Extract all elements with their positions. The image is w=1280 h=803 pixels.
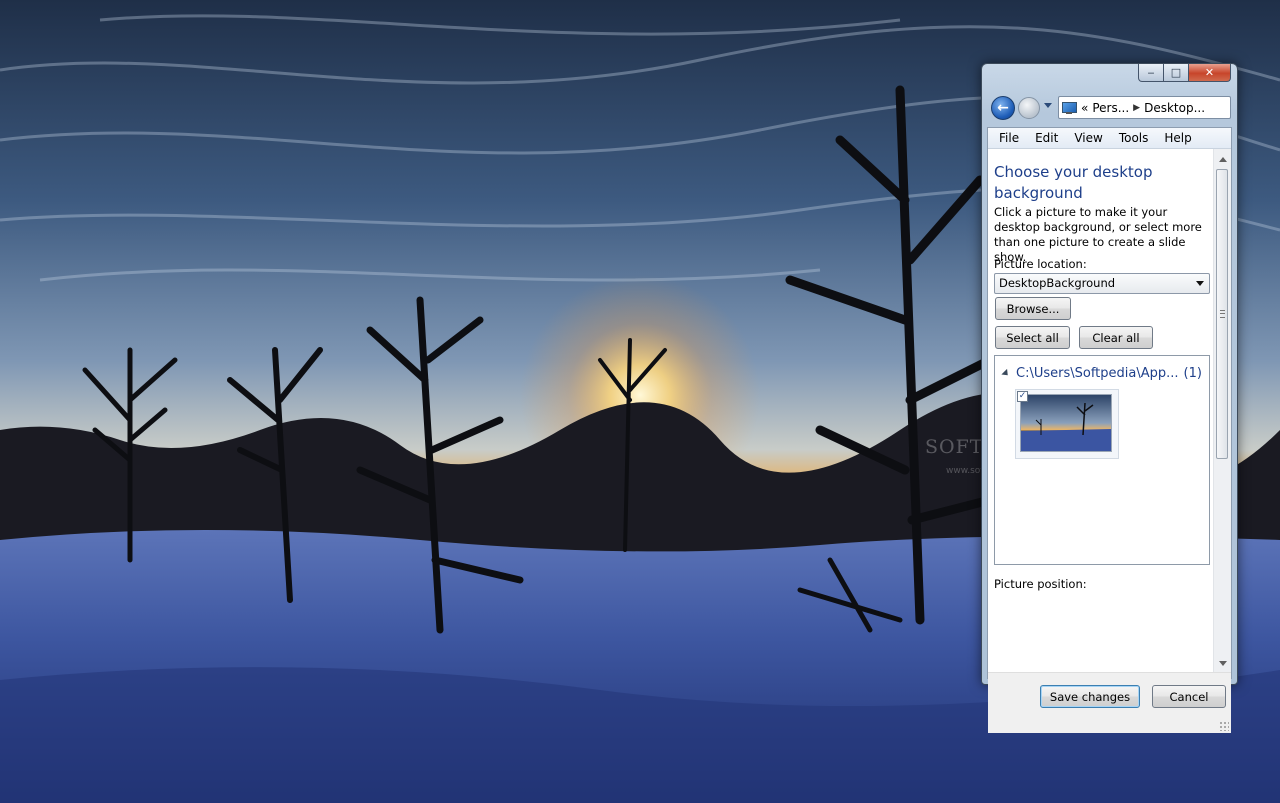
menu-view[interactable]: View <box>1066 131 1110 145</box>
picture-gallery[interactable]: C:\Users\Softpedia\App... (1) ✓ <box>994 355 1210 565</box>
breadcrumb-item-personalization[interactable]: Pers... <box>1092 101 1129 115</box>
group-path: C:\Users\Softpedia\App... <box>1016 366 1179 381</box>
window-content: File Edit View Tools Help Choose your de… <box>987 127 1232 733</box>
page-title: Choose your desktop background <box>994 163 1153 202</box>
select-all-button[interactable]: Select all <box>995 326 1070 349</box>
picture-thumbnail[interactable]: ✓ <box>1015 389 1119 459</box>
collapse-triangle-icon[interactable] <box>1001 368 1011 379</box>
scrollbar-thumb[interactable] <box>1216 169 1228 459</box>
menu-tools[interactable]: Tools <box>1111 131 1157 145</box>
address-bar[interactable]: « Pers... ▶ Desktop... <box>1058 96 1231 119</box>
menu-edit[interactable]: Edit <box>1027 131 1066 145</box>
breadcrumb-chevron-icon[interactable]: ▶ <box>1133 103 1140 113</box>
picture-location-label: Picture location: <box>994 257 1087 271</box>
picture-group-header[interactable]: C:\Users\Softpedia\App... (1) <box>1001 366 1207 381</box>
page-description: Click a picture to make it your desktop … <box>994 205 1202 264</box>
resize-grip-icon[interactable] <box>1219 721 1229 731</box>
picture-position-label: Picture position: <box>994 577 1087 591</box>
scroll-up-arrow-icon[interactable] <box>1219 157 1227 162</box>
clear-all-button[interactable]: Clear all <box>1079 326 1153 349</box>
picture-location-select[interactable]: DesktopBackground <box>994 273 1210 294</box>
forward-button[interactable] <box>1018 97 1040 119</box>
minimize-button[interactable]: ‒ <box>1138 64 1164 82</box>
cancel-button[interactable]: Cancel <box>1152 685 1226 708</box>
caption-buttons: ‒ □ ✕ <box>1138 64 1231 82</box>
scroll-down-arrow-icon[interactable] <box>1219 661 1227 666</box>
menu-bar: File Edit View Tools Help <box>988 128 1231 149</box>
menu-help[interactable]: Help <box>1156 131 1199 145</box>
group-count: (1) <box>1183 366 1202 381</box>
arrow-left-icon: ← <box>997 100 1009 116</box>
breadcrumb-item-desktop-background[interactable]: Desktop... <box>1144 101 1205 115</box>
recent-pages-dropdown-icon[interactable] <box>1044 103 1052 108</box>
thumbnail-picture <box>1021 395 1111 451</box>
back-button[interactable]: ← <box>991 96 1015 120</box>
control-panel-icon <box>1062 101 1077 114</box>
menu-file[interactable]: File <box>991 131 1027 145</box>
dialog-footer: Save changes Cancel <box>988 672 1231 733</box>
picture-location-value: DesktopBackground <box>999 276 1116 290</box>
thumbnail-image <box>1020 394 1112 452</box>
chevron-down-icon <box>1196 281 1204 286</box>
browse-button[interactable]: Browse... <box>995 297 1071 320</box>
maximize-button[interactable]: □ <box>1164 64 1189 82</box>
thumbnail-checkbox[interactable]: ✓ <box>1017 391 1028 402</box>
save-changes-button[interactable]: Save changes <box>1040 685 1140 708</box>
scroll-content: Choose your desktop background Click a p… <box>988 149 1213 672</box>
breadcrumb-overflow[interactable]: « <box>1081 101 1088 115</box>
scroll-area: Choose your desktop background Click a p… <box>988 149 1231 672</box>
desktop-background-window: ‒ □ ✕ ← « Pers... ▶ Desktop... File Edit… <box>981 63 1238 733</box>
navigation-bar: ← « Pers... ▶ Desktop... <box>988 95 1231 121</box>
grip-icon <box>1220 310 1225 318</box>
vertical-scrollbar[interactable] <box>1213 149 1231 672</box>
close-button[interactable]: ✕ <box>1189 64 1231 82</box>
